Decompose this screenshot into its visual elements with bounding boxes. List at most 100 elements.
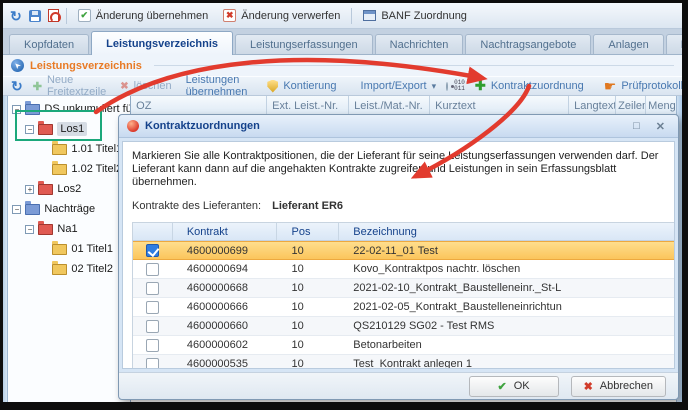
pruefprotokoll-button[interactable]: ☛ Prüfprotokoll xyxy=(600,78,682,94)
dialog-body: Markieren Sie alle Kontraktpositionen, d… xyxy=(122,141,675,369)
toolbar-separator xyxy=(66,8,67,24)
dialog-titlebar[interactable]: Kontraktzuordnungen □ ✕ xyxy=(119,115,678,138)
banf-assignment-button[interactable]: BANF Zuordnung xyxy=(359,8,471,24)
folder-icon xyxy=(52,244,67,255)
column-header-kontrakt[interactable]: Kontrakt xyxy=(173,223,278,240)
dialog-description: Markieren Sie alle Kontraktpositionen, d… xyxy=(132,150,665,189)
lv-tree-panel: − DS unkumuliert für Tests zu − Los1 1.0… xyxy=(8,96,131,402)
row-checkbox[interactable] xyxy=(146,339,159,352)
column-header-pos[interactable]: Pos xyxy=(277,223,339,240)
expand-icon[interactable]: + xyxy=(25,185,34,194)
hand-pointer-icon: ☛ xyxy=(604,80,617,92)
cell-bezeichnung: 2021-02-05_Kontrakt_Baustelleneinrichtun xyxy=(339,301,675,313)
column-header-zeilenart[interactable]: Zeilenart xyxy=(616,96,646,115)
tab-leistungserfassungen[interactable]: Leistungserfassungen xyxy=(235,34,373,55)
tree-item-titel1[interactable]: 1.01 Titel1 xyxy=(8,139,130,159)
table-row[interactable]: 4600000668 10 2021-02-10_Kontrakt_Bauste… xyxy=(133,279,675,298)
tree-item-na1[interactable]: − Na1 xyxy=(8,219,130,239)
collapse-icon[interactable]: − xyxy=(25,225,34,234)
tree-item-los1[interactable]: − Los1 xyxy=(8,119,130,139)
cell-pos: 10 xyxy=(277,339,339,351)
eye-icon[interactable] xyxy=(446,82,448,91)
supplier-name: Lieferant ER6 xyxy=(272,200,343,212)
dialog-icon xyxy=(127,120,139,132)
kontierung-button[interactable]: Kontierung xyxy=(263,78,340,95)
ok-button[interactable]: ✔ OK xyxy=(469,376,559,397)
tree-item-label: Nachträge xyxy=(44,203,95,215)
tree-item-label: 1.01 Titel1 xyxy=(71,143,122,155)
save-icon[interactable] xyxy=(29,10,41,22)
row-checkbox[interactable] xyxy=(146,244,159,257)
table-row[interactable]: 4600000602 10 Betonarbeiten xyxy=(133,336,675,355)
binary-data-icon[interactable]: 010 011 xyxy=(454,80,465,92)
cell-bezeichnung: 22-02-11_01 Test xyxy=(339,245,675,257)
tree-item-na-titel1[interactable]: 01 Titel1 xyxy=(8,239,130,259)
tab-bar: Kopfdaten Leistungsverzeichnis Leistungs… xyxy=(3,29,682,55)
apply-changes-label: Änderung übernehmen xyxy=(96,10,209,22)
refresh-icon[interactable]: ↻ xyxy=(11,80,23,92)
collapse-icon[interactable]: − xyxy=(12,205,21,214)
screenshot-frame: ↻ ✔ Änderung übernehmen ✖ Änderung verwe… xyxy=(0,0,688,410)
table-row[interactable]: 4600000535 10 Test_Kontrakt anlegen 1 xyxy=(133,355,675,369)
tree-item-na-titel2[interactable]: 02 Titel2 xyxy=(8,259,130,279)
maximize-icon[interactable]: □ xyxy=(628,120,645,132)
tree-item-los2[interactable]: + Los2 xyxy=(8,179,130,199)
banf-icon xyxy=(363,10,376,21)
table-row[interactable]: 4600000694 10 Kovo_Kontraktpos nachtr. l… xyxy=(133,260,675,279)
collapse-icon[interactable]: − xyxy=(25,125,34,134)
tree-item-nachtraege[interactable]: − Nachträge xyxy=(8,199,130,219)
page-title: Leistungsverzeichnis xyxy=(30,60,142,72)
folder-icon xyxy=(52,264,67,275)
cell-bezeichnung: QS210129 SG02 - Test RMS xyxy=(339,320,675,332)
kontraktzuordnung-label: Kontraktzuordnung xyxy=(491,80,584,92)
back-arrow-icon[interactable]: ➤ xyxy=(11,59,24,72)
row-checkbox[interactable] xyxy=(146,358,159,370)
collapse-icon[interactable]: − xyxy=(12,105,21,114)
take-over-services-label: Leistungen übernehmen xyxy=(186,74,248,98)
tab-notizen[interactable]: Notizen xyxy=(666,34,682,55)
table-row[interactable]: 4600000699 10 22-02-11_01 Test xyxy=(133,241,675,260)
cell-bezeichnung: 2021-02-10_Kontrakt_Baustelleneinr._St-L xyxy=(339,282,675,294)
kontraktzuordnung-button[interactable]: ✚ Kontraktzuordnung xyxy=(471,76,588,96)
column-header-bezeichnung[interactable]: Bezeichnung xyxy=(339,223,675,240)
column-header-menge[interactable]: Meng xyxy=(646,96,676,115)
tree-item-root[interactable]: − DS unkumuliert für Tests zu xyxy=(8,99,130,119)
table-row[interactable]: 4600000666 10 2021-02-05_Kontrakt_Bauste… xyxy=(133,298,675,317)
folder-icon xyxy=(38,224,53,235)
row-checkbox[interactable] xyxy=(146,282,159,295)
refresh-icon[interactable]: ↻ xyxy=(10,10,22,22)
tab-nachrichten[interactable]: Nachrichten xyxy=(375,34,464,55)
pdf-export-icon[interactable] xyxy=(48,9,59,22)
tab-kopfdaten[interactable]: Kopfdaten xyxy=(9,34,89,55)
folder-icon xyxy=(52,144,67,155)
folder-icon xyxy=(38,184,53,195)
tab-nachtragsangebote[interactable]: Nachtragsangebote xyxy=(465,34,591,55)
column-header-oz[interactable]: OZ xyxy=(131,96,267,115)
discard-changes-button[interactable]: ✖ Änderung verwerfen xyxy=(219,7,344,24)
folder-icon xyxy=(25,204,40,215)
import-export-menu[interactable]: Import/Export ▾ xyxy=(357,78,441,94)
cancel-button[interactable]: ✖ Abbrechen xyxy=(571,376,666,397)
tree-item-label: 1.02 Titel2 xyxy=(71,163,122,175)
column-header-ext-leist-nr[interactable]: Ext. Leist.-Nr. xyxy=(267,96,349,115)
shield-icon xyxy=(267,80,278,93)
cell-kontrakt: 4600000699 xyxy=(173,245,278,257)
row-checkbox[interactable] xyxy=(146,263,159,276)
new-freetext-label: Neue Freitextzeile xyxy=(47,74,106,98)
table-row[interactable]: 4600000660 10 QS210129 SG02 - Test RMS xyxy=(133,317,675,336)
apply-changes-button[interactable]: ✔ Änderung übernehmen xyxy=(74,7,213,24)
tree-item-titel2[interactable]: 1.02 Titel2 xyxy=(8,159,130,179)
column-header-langtext[interactable]: Langtext xyxy=(569,96,616,115)
column-header-leist-mat-nr[interactable]: Leist./Mat.-Nr. xyxy=(349,96,430,115)
close-icon[interactable]: ✕ xyxy=(651,120,670,133)
tree-item-label: Los1 xyxy=(57,122,87,136)
chevron-down-icon: ▾ xyxy=(432,81,437,92)
delete-button[interactable]: ✖ löschen xyxy=(116,78,175,94)
cell-bezeichnung: Test_Kontrakt anlegen 1 xyxy=(339,358,675,369)
tab-leistungsverzeichnis[interactable]: Leistungsverzeichnis xyxy=(91,31,233,55)
tab-anlagen[interactable]: Anlagen xyxy=(593,34,663,55)
row-checkbox[interactable] xyxy=(146,320,159,333)
banf-assignment-label: BANF Zuordnung xyxy=(381,10,467,22)
column-header-kurztext[interactable]: Kurztext xyxy=(430,96,569,115)
row-checkbox[interactable] xyxy=(146,301,159,314)
